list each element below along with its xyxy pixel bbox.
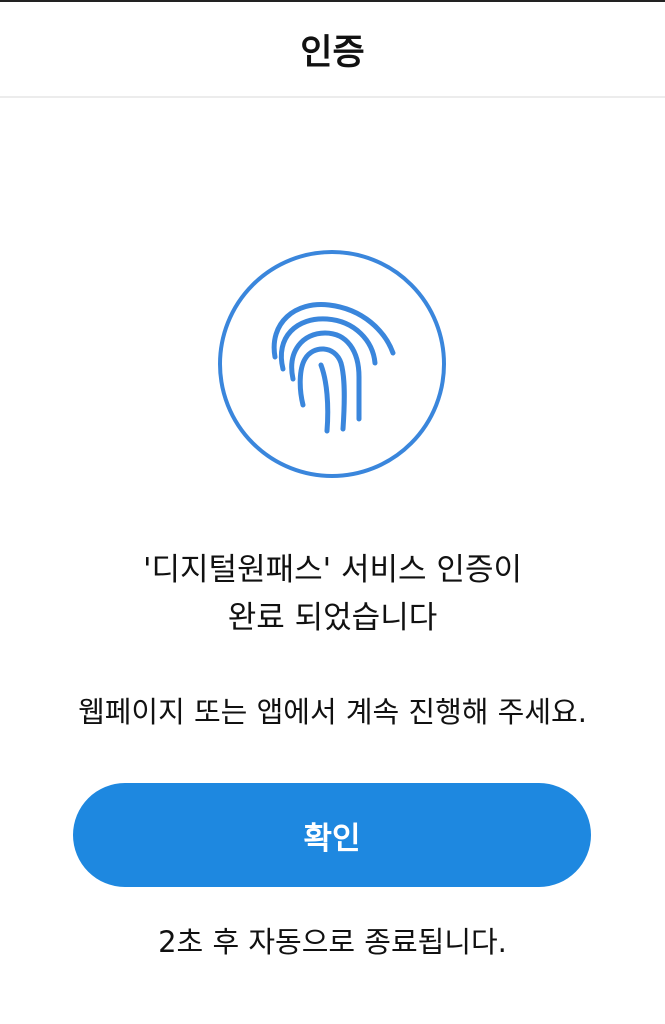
auto-close-notice: 2초 후 자동으로 종료됩니다. xyxy=(158,925,507,959)
message-line-1: '디지털원패스' 서비스 인증이 xyxy=(143,552,522,588)
message-line-2: 완료 되었습니다 xyxy=(227,600,438,636)
header-bar: 인증 xyxy=(0,2,665,98)
auth-complete-message: '디지털원패스' 서비스 인증이 완료 되었습니다 xyxy=(0,546,665,642)
continue-instruction: 웹페이지 또는 앱에서 계속 진행해 주세요. xyxy=(78,695,587,729)
confirm-button[interactable]: 확인 xyxy=(73,783,591,887)
page-title: 인증 xyxy=(300,32,365,73)
fingerprint-icon xyxy=(217,249,447,479)
